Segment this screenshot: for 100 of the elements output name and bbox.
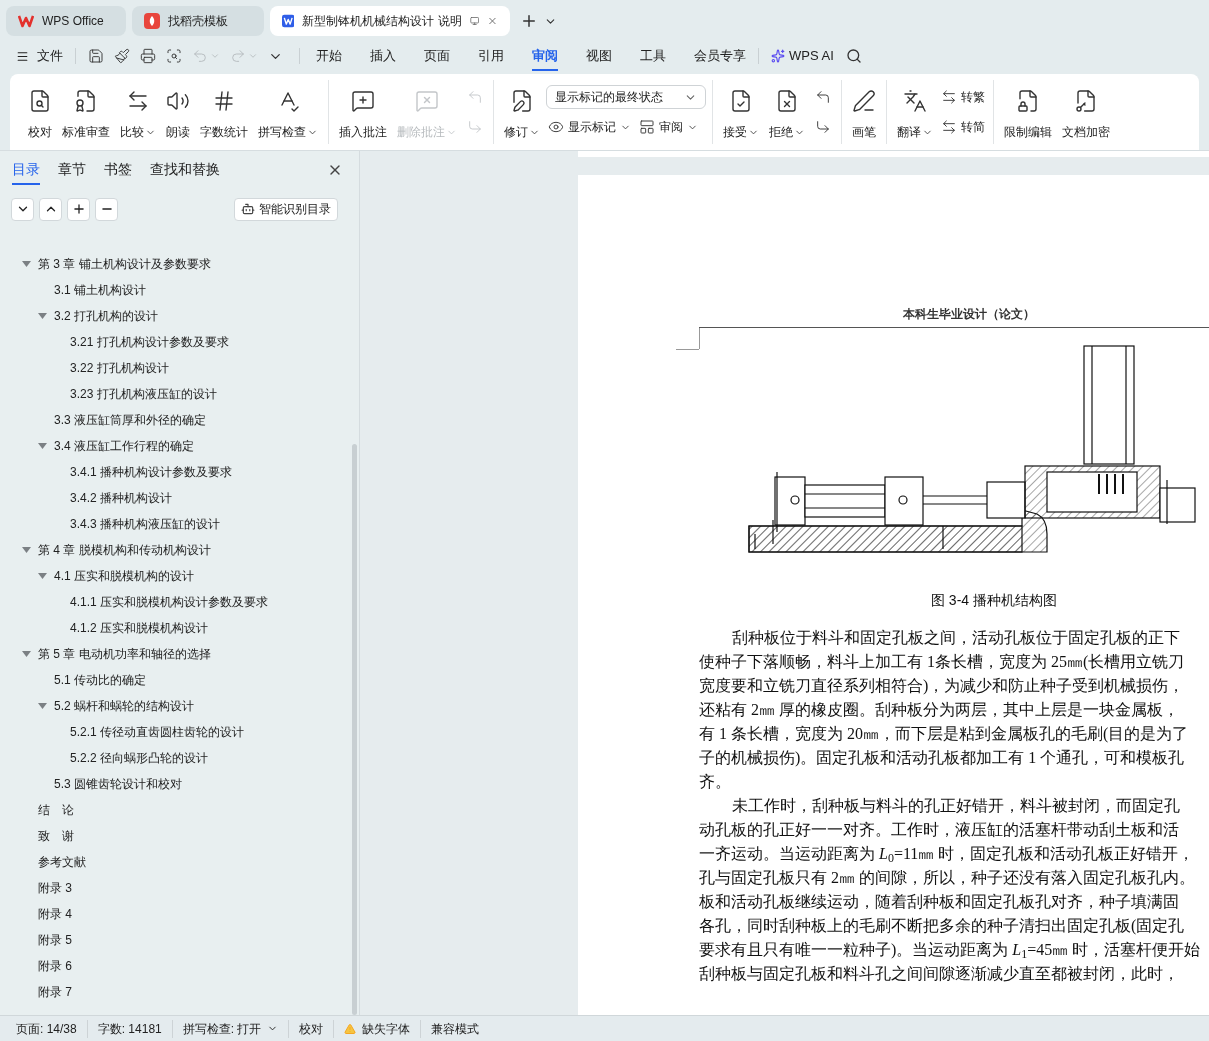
ribbon-button[interactable]: 接受	[719, 83, 763, 141]
ribbon-button[interactable]: 拼写检查	[254, 83, 322, 141]
page-header: 本科生毕业设计（论文）	[903, 307, 1035, 321]
ribbon-button[interactable]: 字数统计	[196, 83, 252, 141]
status-item[interactable]: 拼写检查: 打开	[182, 1019, 279, 1038]
expanded-triangle-icon[interactable]	[38, 312, 47, 320]
toc-item[interactable]: 5.2 蜗杆和蜗轮的结构设计	[0, 693, 359, 719]
toc-item[interactable]: 3.2 打孔机构的设计	[0, 303, 359, 329]
expanded-triangle-icon[interactable]	[38, 702, 47, 710]
ribbon-small-button[interactable]: 转繁	[939, 85, 987, 109]
toc-item[interactable]: 第 3 章 铺土机构设计及参数要求	[0, 251, 359, 277]
toc-item[interactable]: 3.4.3 播种机构液压缸的设计	[0, 511, 359, 537]
demote-button[interactable]	[95, 197, 118, 221]
scrollbar[interactable]	[352, 444, 357, 1015]
search-icon[interactable]	[845, 48, 862, 64]
toc-item[interactable]: 3.21 打孔机构设计参数及要求	[0, 329, 359, 355]
toc-item[interactable]: 第 4 章 脱模机构和传动机构设计	[0, 537, 359, 563]
status-item[interactable]: 字数: 14181	[97, 1019, 162, 1038]
ai-face-icon	[241, 202, 255, 216]
toc-item[interactable]: 3.4 液压缸工作行程的确定	[0, 433, 359, 459]
toc-item[interactable]: 3.4.2 播种机构设计	[0, 485, 359, 511]
ribbon-button[interactable]: 比较	[116, 83, 160, 141]
markup-state-select[interactable]: 显示标记的最终状态	[546, 85, 706, 109]
toc-item[interactable]: 致 谢	[0, 823, 359, 849]
ribbon-tab[interactable]: 引用	[478, 41, 504, 71]
expand-button[interactable]	[11, 197, 34, 221]
print-icon[interactable]	[140, 48, 156, 64]
collapse-button[interactable]	[39, 197, 62, 221]
reject-icon	[775, 89, 799, 113]
ribbon-tab[interactable]: 插入	[370, 41, 396, 71]
toc-item[interactable]: 3.4.1 播种机构设计参数及要求	[0, 459, 359, 485]
toc-item[interactable]: 5.3 圆锥齿轮设计和校对	[0, 771, 359, 797]
toc-item[interactable]: 附录 5	[0, 927, 359, 953]
toc-item[interactable]: 3.1 铺土机构设计	[0, 277, 359, 303]
toc-item[interactable]: 附录 6	[0, 953, 359, 979]
ribbon-button[interactable]: 翻译	[893, 83, 937, 141]
toc-item[interactable]: 参考文献	[0, 849, 359, 875]
toc-item[interactable]: 附录 7	[0, 979, 359, 1005]
save-icon[interactable]	[88, 48, 104, 64]
file-menu[interactable]: 文件	[16, 46, 75, 66]
brush-icon[interactable]	[114, 48, 130, 64]
toc-item[interactable]: 5.2.2 径向蜗形凸轮的设计	[0, 745, 359, 771]
window-tab[interactable]: 找稻壳模板	[132, 6, 264, 36]
toc-item[interactable]: 结 论	[0, 797, 359, 823]
ribbon-tab[interactable]: 工具	[640, 41, 666, 71]
toc-item[interactable]: 5.1 传动比的确定	[0, 667, 359, 693]
ribbon-button[interactable]: 文档加密	[1058, 83, 1114, 141]
expanded-triangle-icon[interactable]	[22, 546, 31, 554]
ribbon-tab[interactable]: 会员专享	[694, 41, 746, 71]
toc-item[interactable]: 3.23 打孔机构液压缸的设计	[0, 381, 359, 407]
wps-ai-button[interactable]: WPS AI	[771, 46, 834, 66]
logo-icon	[18, 14, 34, 28]
body-text-line: 齐。	[699, 772, 731, 792]
promote-button[interactable]	[67, 197, 90, 221]
sidebar-tab[interactable]: 查找和替换	[150, 155, 220, 185]
ribbon-button[interactable]: 插入批注	[335, 83, 391, 141]
new-tab-icon[interactable]	[520, 12, 538, 30]
toc-item[interactable]: 4.1.1 压实和脱模机构设计参数及要求	[0, 589, 359, 615]
toc-item[interactable]: 第 5 章 电动机功率和轴径的选择	[0, 641, 359, 667]
ribbon-tab[interactable]: 开始	[316, 41, 342, 71]
ribbon-small-button[interactable]: 转简	[939, 115, 987, 139]
ribbon-small-button[interactable]: 审阅	[637, 115, 700, 139]
ribbon-button[interactable]: 限制编辑	[1000, 83, 1056, 141]
toc-item[interactable]: 4.1.2 压实和脱模机构设计	[0, 615, 359, 641]
window-tab[interactable]: WPS Office	[6, 6, 126, 36]
expanded-triangle-icon[interactable]	[22, 260, 31, 268]
body-text-line: 刮种板位于料斗和固定孔板之间，活动孔板位于固定孔板的正下	[731, 628, 1180, 648]
sidebar-tab[interactable]: 章节	[58, 155, 86, 185]
status-item[interactable]: 兼容模式	[431, 1019, 480, 1038]
ribbon-button[interactable]: 画笔	[848, 83, 880, 141]
sidebar-tab[interactable]: 目录	[12, 155, 40, 185]
status-item[interactable]: 页面: 14/38	[16, 1019, 77, 1038]
expanded-triangle-icon[interactable]	[38, 572, 47, 580]
ai-icon	[771, 49, 785, 63]
ribbon-tab[interactable]: 审阅	[532, 41, 558, 71]
print-preview-icon[interactable]	[166, 48, 182, 64]
window-tab[interactable]: 新型制钵机机械结构设计 说明	[270, 6, 510, 36]
comment-plus-icon	[351, 89, 375, 113]
ribbon-small-button[interactable]: 显示标记	[546, 115, 633, 139]
toc-item[interactable]: 4.1 压实和脱模机构的设计	[0, 563, 359, 589]
toc-item[interactable]: 5.2.1 传径动直齿圆柱齿轮的设计	[0, 719, 359, 745]
ribbon-button[interactable]: 拒绝	[765, 83, 809, 141]
ribbon-button[interactable]: 朗读	[162, 83, 194, 141]
status-item[interactable]: 校对	[299, 1019, 324, 1038]
toc-item[interactable]: 3.3 液压缸筒厚和外径的确定	[0, 407, 359, 433]
ribbon-button[interactable]: 标准审查	[58, 83, 114, 141]
body-text-line: 一齐运动。当运动距离为 L$_{0}$=11㎜ 时，固定孔板和活动孔板正好错开，	[699, 844, 1195, 866]
ribbon-tab[interactable]: 视图	[586, 41, 612, 71]
smart-toc-button[interactable]: 智能识别目录	[234, 197, 338, 221]
status-item[interactable]: 缺失字体	[344, 1019, 411, 1038]
toc-item[interactable]: 3.22 打孔机构设计	[0, 355, 359, 381]
expanded-triangle-icon[interactable]	[38, 442, 47, 450]
sidebar-tab[interactable]: 书签	[104, 155, 132, 185]
body-text-line: 未工作时，刮种板与料斗的孔正好错开，料斗被封闭，而固定孔	[731, 796, 1180, 816]
expanded-triangle-icon[interactable]	[22, 650, 31, 658]
toc-item[interactable]: 附录 4	[0, 901, 359, 927]
toc-item[interactable]: 附录 3	[0, 875, 359, 901]
ribbon-tab[interactable]: 页面	[424, 41, 450, 71]
ribbon-button[interactable]: 校对	[24, 83, 56, 141]
ribbon-button[interactable]: 修订	[500, 83, 544, 141]
